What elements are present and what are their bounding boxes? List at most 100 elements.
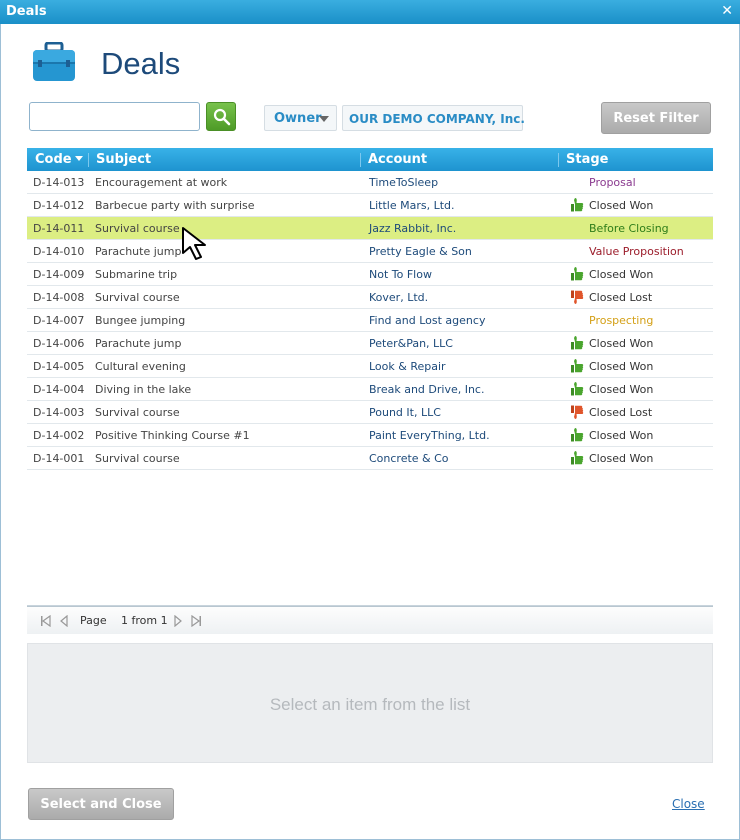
- column-header-subject[interactable]: Subject: [96, 152, 151, 167]
- sort-desc-icon: [74, 156, 83, 161]
- cell-code: D-14-002: [33, 429, 85, 442]
- cell-code: D-14-007: [33, 314, 85, 327]
- cell-account: Jazz Rabbit, Inc.: [369, 222, 457, 235]
- thumbs-up-icon: [570, 450, 584, 466]
- column-header-account[interactable]: Account: [368, 152, 427, 167]
- cell-account: Kover, Ltd.: [369, 291, 429, 304]
- table-row[interactable]: D-14-013 Encouragement at work TimeToSleep…: [27, 171, 713, 194]
- thumbs-up-icon: [570, 335, 584, 351]
- pager: Page 1 from 1: [27, 606, 713, 634]
- last-page-icon[interactable]: [190, 615, 202, 627]
- cell-account: Look & Repair: [369, 360, 446, 373]
- grid-header: Code Subject Account Stage: [27, 148, 713, 171]
- cell-code: D-14-003: [33, 406, 85, 419]
- cell-stage: Closed Won: [589, 268, 654, 281]
- search-input[interactable]: [29, 102, 200, 131]
- table-row[interactable]: D-14-001 Survival course Concrete & Co Clos…: [27, 447, 713, 470]
- company-filter-label: OUR DEMO COMPANY, Inc.: [349, 112, 525, 126]
- first-page-icon[interactable]: [40, 615, 52, 627]
- cell-account: Little Mars, Ltd.: [369, 199, 455, 212]
- table-row[interactable]: D-14-003 Survival course Pound It, LLC Clos…: [27, 401, 713, 424]
- company-filter-button[interactable]: OUR DEMO COMPANY, Inc.: [342, 105, 525, 131]
- select-and-close-button[interactable]: Select and Close: [28, 788, 174, 820]
- table-row[interactable]: D-14-012 Barbecue party with surprise Litt…: [27, 194, 713, 217]
- cell-stage: Closed Lost: [589, 406, 653, 419]
- cell-code: D-14-001: [33, 452, 85, 465]
- cell-stage: Closed Won: [589, 383, 654, 396]
- cell-code: D-14-010: [33, 245, 85, 258]
- page-title: Deals: [101, 46, 181, 81]
- owner-filter-dropdown[interactable]: Owner: [264, 105, 337, 131]
- window-titlebar: Deals ✕: [0, 0, 740, 24]
- cell-account: Paint EveryThing, Ltd.: [369, 429, 490, 442]
- chevron-down-icon: [319, 116, 329, 122]
- thumbs-down-icon: [570, 289, 584, 305]
- cell-code: D-14-012: [33, 199, 85, 212]
- detail-empty-text: Select an item from the list: [269, 695, 471, 714]
- cell-subject: Survival course: [95, 291, 180, 304]
- table-row[interactable]: D-14-008 Survival course Kover, Ltd. Closed…: [27, 286, 713, 309]
- next-page-icon[interactable]: [172, 615, 184, 627]
- cell-subject: Barbecue party with surprise: [95, 199, 255, 212]
- thumbs-down-icon: [570, 404, 584, 420]
- briefcase-icon: [33, 42, 75, 81]
- cell-code: D-14-011: [33, 222, 85, 235]
- cell-subject: Diving in the lake: [95, 383, 192, 396]
- cell-account: Break and Drive, Inc.: [369, 383, 485, 396]
- cell-code: D-14-009: [33, 268, 85, 281]
- cell-code: D-14-006: [33, 337, 85, 350]
- table-row[interactable]: D-14-007 Bungee jumping Find and Lost agen…: [27, 309, 713, 332]
- cell-account: Concrete & Co: [369, 452, 449, 465]
- cell-account: TimeToSleep: [369, 176, 439, 189]
- cell-stage: Closed Won: [589, 429, 654, 442]
- cell-subject: Parachute jump: [95, 245, 182, 258]
- table-row[interactable]: D-14-005 Cultural evening Look & Repair Clo…: [27, 355, 713, 378]
- table-row[interactable]: D-14-002 Positive Thinking Course #1 Paint…: [27, 424, 713, 447]
- thumbs-up-icon: [570, 427, 584, 443]
- column-header-stage[interactable]: Stage: [566, 152, 608, 167]
- deals-grid: Code Subject Account Stage D-14-013 Encou…: [27, 148, 713, 606]
- cell-stage: Proposal: [589, 176, 636, 189]
- detail-panel: Select an item from the list: [27, 643, 713, 763]
- cell-stage: Before Closing: [589, 222, 669, 235]
- table-row[interactable]: D-14-006 Parachute jump Peter&Pan, LLC Clos…: [27, 332, 713, 355]
- table-row[interactable]: D-14-010 Parachute jump Pretty Eagle & Son…: [27, 240, 713, 263]
- owner-filter-label: Owner: [274, 111, 322, 126]
- thumbs-up-icon: [570, 381, 584, 397]
- cell-subject: Encouragement at work: [95, 176, 228, 189]
- cell-subject: Submarine trip: [95, 268, 178, 281]
- cell-subject: Parachute jump: [95, 337, 182, 350]
- cell-stage: Closed Won: [589, 360, 654, 373]
- cell-code: D-14-013: [33, 176, 85, 189]
- cell-stage: Closed Won: [589, 337, 654, 350]
- window-close-icon[interactable]: ✕: [721, 3, 733, 19]
- table-row[interactable]: D-14-011 Survival course Jazz Rabbit, Inc.…: [27, 217, 713, 240]
- table-row[interactable]: D-14-004 Diving in the lake Break and Driv…: [27, 378, 713, 401]
- cell-subject: Cultural evening: [95, 360, 186, 373]
- cell-subject: Positive Thinking Course #1: [95, 429, 250, 442]
- cell-stage: Closed Won: [589, 452, 654, 465]
- close-link[interactable]: Close: [672, 797, 705, 811]
- cell-subject: Survival course: [95, 406, 180, 419]
- cell-stage: Closed Lost: [589, 291, 653, 304]
- cell-code: D-14-008: [33, 291, 85, 304]
- reset-filter-button[interactable]: Reset Filter: [601, 102, 711, 134]
- cell-account: Peter&Pan, LLC: [369, 337, 453, 350]
- cell-account: Pound It, LLC: [369, 406, 441, 419]
- window-title: Deals: [6, 4, 47, 19]
- page-info: 1 from 1: [121, 614, 168, 627]
- search-button[interactable]: [206, 102, 236, 131]
- thumbs-up-icon: [570, 266, 584, 282]
- cell-stage: Closed Won: [589, 199, 654, 212]
- cell-subject: Bungee jumping: [95, 314, 186, 327]
- previous-page-icon[interactable]: [58, 615, 70, 627]
- cell-account: Pretty Eagle & Son: [369, 245, 472, 258]
- table-row[interactable]: D-14-009 Submarine trip Not To Flow Closed …: [27, 263, 713, 286]
- page-label: Page: [80, 614, 107, 627]
- search-icon: [213, 108, 231, 126]
- cell-code: D-14-004: [33, 383, 85, 396]
- cell-stage: Prospecting: [589, 314, 654, 327]
- thumbs-up-icon: [570, 358, 584, 374]
- cell-code: D-14-005: [33, 360, 85, 373]
- column-header-code[interactable]: Code: [35, 152, 83, 167]
